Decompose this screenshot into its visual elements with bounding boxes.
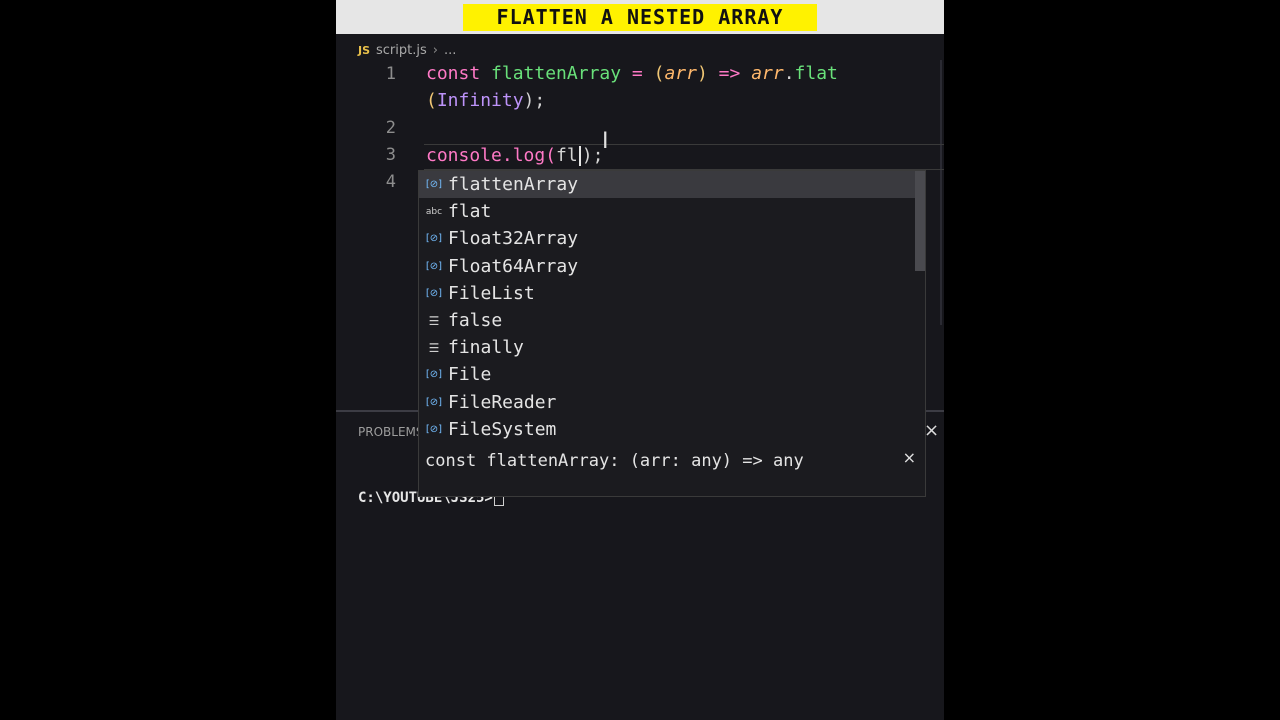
text-caret	[578, 146, 581, 166]
paren-semicolon: );	[523, 90, 546, 111]
paren: )	[696, 63, 708, 84]
suggestion-label: false	[448, 310, 503, 332]
editor-frame: FLATTEN A NESTED ARRAY JS script.js › ..…	[336, 0, 944, 720]
call-suffix: );	[581, 145, 604, 166]
breadcrumb[interactable]: JS script.js › ...	[358, 40, 456, 60]
suggestion-item[interactable]: [⊘] FileReader	[419, 389, 925, 416]
suggestion-label: FileSystem	[448, 418, 557, 440]
video-title: FLATTEN A NESTED ARRAY	[463, 4, 817, 31]
suggestion-item[interactable]: [⊘] FileSystem	[419, 416, 925, 443]
close-icon[interactable]: ×	[903, 448, 916, 467]
suggestion-item[interactable]: [⊘] flattenArray	[419, 171, 925, 199]
suggestion-item[interactable]: [⊘] Float64Array	[419, 253, 925, 280]
text-icon: abc	[425, 206, 443, 217]
suggestion-label: finally	[448, 337, 524, 359]
keyword-const: const	[426, 63, 481, 84]
suggestion-item[interactable]: [⊘] File	[419, 361, 925, 388]
keyword-icon: ☰	[428, 313, 440, 328]
line-number: 3	[385, 145, 396, 165]
identifier: flattenArray	[491, 63, 622, 84]
suggestion-widget[interactable]: [⊘] flattenArray abc flat [⊘] Float32Array …	[418, 170, 926, 444]
operator: =	[631, 63, 643, 84]
line-number: 4	[385, 172, 396, 192]
suggestion-label: File	[448, 364, 492, 386]
suggestion-label: Float32Array	[448, 228, 579, 250]
suggestion-details: const flattenArray: (arr: any) => any ×	[418, 442, 926, 497]
suggestion-label: FileList	[448, 282, 535, 304]
suggestion-label: FileReader	[448, 391, 557, 413]
code-line-1[interactable]: const flattenArray = (arr) => arr.flat	[426, 63, 838, 84]
suggestion-item[interactable]: ☰ finally	[419, 334, 925, 361]
suggestion-scrollbar[interactable]	[915, 171, 925, 271]
method: flat	[794, 63, 838, 84]
breadcrumb-file[interactable]: script.js	[376, 43, 427, 58]
paren: (	[426, 90, 437, 111]
keyword-icon: ☰	[428, 340, 440, 355]
signature-text: const flattenArray: (arr: any) => any	[425, 451, 804, 471]
suggestion-item[interactable]: [⊘] Float32Array	[419, 225, 925, 252]
dot: .	[783, 63, 795, 84]
variable-icon: [⊘]	[425, 396, 443, 408]
variable-icon: [⊘]	[425, 179, 443, 191]
line-number: 1	[385, 64, 396, 84]
title-bar: FLATTEN A NESTED ARRAY	[336, 0, 944, 34]
call-prefix: console.log(	[426, 145, 557, 166]
constant: Infinity	[436, 90, 524, 111]
panel-close-icon[interactable]: ×	[924, 420, 939, 441]
code-line-3[interactable]: console.log(fl);	[426, 145, 603, 166]
suggestion-label: Float64Array	[448, 255, 579, 277]
variable-icon: [⊘]	[425, 287, 443, 299]
suggestion-label: flat	[448, 201, 492, 223]
suggestion-item[interactable]: ☰ false	[419, 307, 925, 334]
variable-icon: [⊘]	[425, 260, 443, 272]
editor-scrollbar[interactable]	[940, 60, 942, 325]
suggestion-label: flattenArray	[448, 174, 579, 196]
js-file-icon: JS	[358, 43, 371, 57]
variable-icon: [⊘]	[425, 423, 443, 435]
parameter-ref: arr	[751, 63, 784, 84]
arrow-operator: =>	[718, 63, 741, 84]
variable-icon: [⊘]	[425, 233, 443, 245]
suggestion-item[interactable]: [⊘] FileList	[419, 280, 925, 307]
line-number: 2	[385, 118, 396, 138]
chevron-right-icon: ›	[432, 42, 438, 58]
ibeam-cursor-icon: I	[602, 129, 609, 154]
code-line-1-wrap[interactable]: (Infinity);	[426, 90, 545, 111]
variable-icon: [⊘]	[425, 369, 443, 381]
paren: (	[653, 63, 665, 84]
typed-text: fl	[556, 145, 578, 166]
tab-problems[interactable]: PROBLEMS	[358, 425, 424, 439]
breadcrumb-more[interactable]: ...	[444, 43, 456, 58]
parameter: arr	[664, 63, 697, 84]
suggestion-item[interactable]: abc flat	[419, 198, 925, 225]
